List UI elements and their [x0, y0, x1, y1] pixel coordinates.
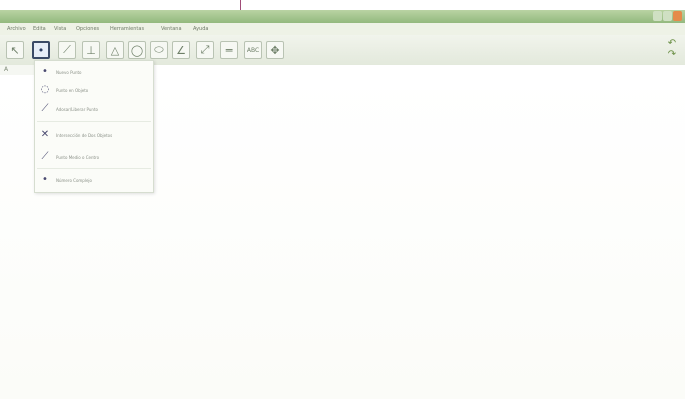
move-icon: ↖ [10, 43, 20, 57]
midpoint-icon: ⟋ [41, 151, 49, 162]
point-tool-button[interactable]: • [32, 41, 50, 59]
dropdown-separator [37, 168, 151, 169]
angle-tool-button[interactable]: ∠ [172, 41, 190, 59]
menu-bar: Archivo Edita Vista Opciones Herramienta… [0, 23, 685, 35]
undo-icon[interactable]: ↶ [664, 38, 680, 49]
dropdown-item-label: Adosar/Liberar Punto [56, 106, 98, 112]
point-tools-dropdown: • Nuevo Punto ◌ Punto en Objeto ⟋ Adosar… [34, 60, 154, 193]
menu-ventana[interactable]: Ventana [161, 24, 182, 34]
ellipse-tool-button[interactable]: ⬭ [150, 41, 168, 59]
top-strip [0, 0, 685, 10]
dropdown-item-midpoint[interactable]: ⟋ Punto Medio o Centro [38, 149, 149, 165]
maximize-button[interactable] [663, 11, 672, 21]
menu-vista[interactable]: Vista [54, 24, 66, 34]
dropdown-item-label: Nuevo Punto [56, 69, 82, 75]
close-button[interactable] [673, 11, 682, 21]
menu-ayuda[interactable]: Ayuda [193, 24, 208, 34]
dropdown-item-complex-number[interactable]: • Número Complejo [38, 172, 149, 188]
menu-archivo[interactable]: Archivo [7, 24, 26, 34]
redo-icon[interactable]: ↷ [664, 49, 680, 60]
dropdown-item-label: Número Complejo [56, 177, 92, 183]
line-icon: ⟋ [63, 43, 71, 56]
complex-number-icon: • [42, 174, 48, 185]
point-icon: • [37, 43, 45, 57]
attach-detach-icon: ⟋ [41, 103, 49, 114]
top-strip-mark [240, 0, 241, 10]
new-point-icon: • [42, 66, 48, 77]
reflect-icon: ⤢ [200, 43, 210, 56]
dropdown-item-label: Punto en Objeto [56, 87, 89, 93]
slider-icon: ═ [225, 43, 233, 57]
menu-edita[interactable]: Edita [33, 24, 46, 34]
title-bar [0, 10, 685, 23]
angle-icon: ∠ [176, 43, 186, 57]
line-tool-button[interactable]: ⟋ [58, 41, 76, 59]
menu-herramientas[interactable]: Herramientas [110, 24, 144, 34]
menu-opciones[interactable]: Opciones [76, 24, 99, 34]
polygon-tool-button[interactable]: △ [106, 41, 124, 59]
minimize-button[interactable] [653, 11, 662, 21]
dropdown-separator [37, 121, 151, 122]
dropdown-item-intersect[interactable]: ✕ Intersección de Dos Objetos [38, 127, 149, 143]
dropdown-item-attach-detach-point[interactable]: ⟋ Adosar/Liberar Punto [38, 101, 149, 117]
circle-icon: ◯ [130, 43, 144, 57]
intersect-icon: ✕ [40, 129, 50, 140]
perpendicular-line-tool-button[interactable]: ⊥ [82, 41, 100, 59]
point-on-object-icon: ◌ [40, 84, 50, 95]
move-graphics-view-tool-button[interactable]: ✥ [266, 41, 284, 59]
move-tool-button[interactable]: ↖ [6, 41, 24, 59]
dropdown-item-point-on-object[interactable]: ◌ Punto en Objeto [38, 82, 149, 98]
polygon-icon: △ [110, 43, 120, 57]
reflect-tool-button[interactable]: ⤢ [196, 41, 214, 59]
text-tool-button[interactable]: ABC [244, 41, 262, 59]
algebra-view-header: A [0, 65, 35, 75]
dropdown-item-label: Intersección de Dos Objetos [56, 132, 113, 138]
move-graphics-icon: ✥ [270, 43, 280, 57]
algebra-view-label: A [4, 66, 9, 73]
perpendicular-icon: ⊥ [86, 43, 96, 57]
undo-redo-group: ↶ ↷ [664, 38, 680, 60]
slider-tool-button[interactable]: ═ [220, 41, 238, 59]
ellipse-icon: ⬭ [154, 43, 164, 56]
circle-tool-button[interactable]: ◯ [128, 41, 146, 59]
dropdown-item-label: Punto Medio o Centro [56, 154, 100, 160]
text-icon: ABC [246, 46, 260, 54]
dropdown-item-new-point[interactable]: • Nuevo Punto [38, 64, 149, 80]
